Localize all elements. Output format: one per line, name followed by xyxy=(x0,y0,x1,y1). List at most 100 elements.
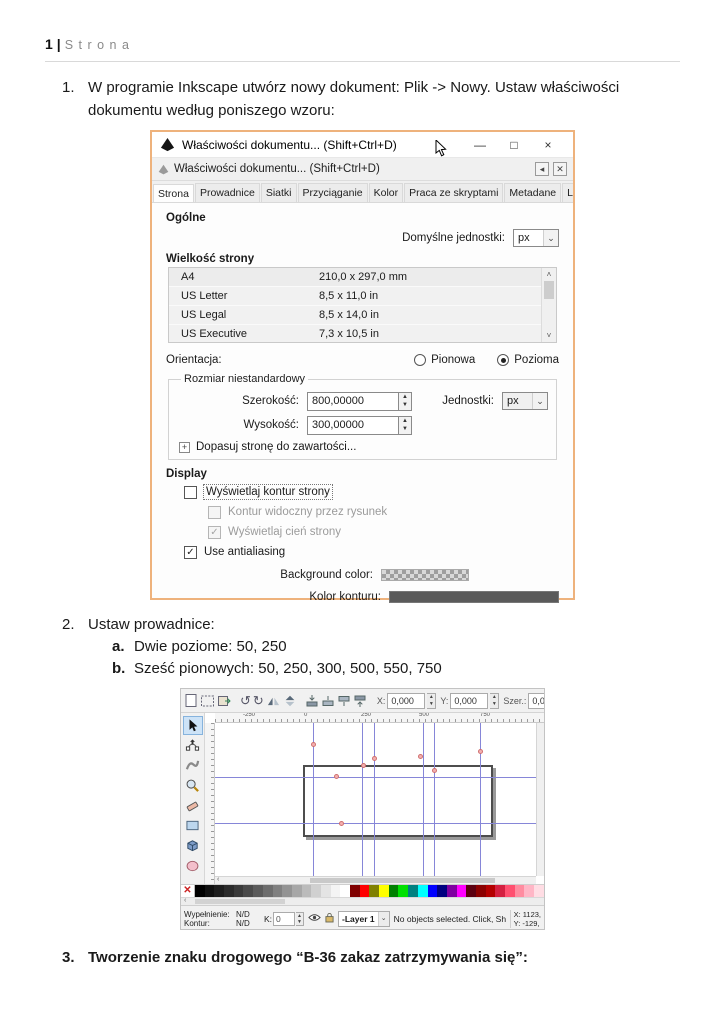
palette-swatch[interactable] xyxy=(311,885,321,897)
x-field-spinner[interactable]: ▲▼ xyxy=(427,693,436,709)
guide-line[interactable] xyxy=(434,723,435,876)
measure-tool-icon[interactable] xyxy=(183,796,203,815)
list-item[interactable]: US Executive 7,3 x 10,5 in xyxy=(169,325,541,342)
height-input[interactable]: 300,00000 xyxy=(307,416,399,435)
palette-swatch[interactable] xyxy=(524,885,534,897)
y-field-input[interactable]: 0,000 xyxy=(450,693,488,709)
palette-swatch[interactable] xyxy=(292,885,302,897)
background-color-swatch[interactable] xyxy=(381,569,469,581)
lower-icon[interactable] xyxy=(321,692,335,710)
palette-swatch[interactable] xyxy=(428,885,438,897)
palette-swatch[interactable] xyxy=(302,885,312,897)
palette-swatch[interactable] xyxy=(418,885,428,897)
panel-dock-icon[interactable]: ◂ xyxy=(535,162,549,176)
guide-anchor-dot[interactable] xyxy=(418,754,423,759)
scroll-up-icon[interactable]: ˄ xyxy=(542,268,556,281)
close-icon[interactable]: × xyxy=(531,138,565,152)
radio-landscape[interactable]: Pozioma xyxy=(497,354,559,366)
flip-horizontal-icon[interactable] xyxy=(266,692,281,710)
palette-swatch[interactable] xyxy=(224,885,234,897)
canvas-page-rectangle[interactable] xyxy=(303,765,493,837)
palette-swatch[interactable] xyxy=(263,885,273,897)
palette-swatch[interactable] xyxy=(379,885,389,897)
guide-anchor-dot[interactable] xyxy=(372,756,377,761)
scrollbar-thumb[interactable] xyxy=(544,281,554,299)
lower-to-bottom-icon[interactable] xyxy=(305,692,319,710)
panel-close-icon[interactable]: ✕ xyxy=(553,162,567,176)
minimize-icon[interactable]: — xyxy=(463,138,497,152)
checkbox-use-antialiasing[interactable]: ✓ Use antialiasing xyxy=(184,544,559,560)
scroll-left-icon[interactable]: ‹ xyxy=(184,897,186,904)
guide-anchor-dot[interactable] xyxy=(478,749,483,754)
guide-line[interactable] xyxy=(362,723,363,876)
opacity-input[interactable]: 0 xyxy=(273,912,295,926)
tab-prowadnice[interactable]: Prowadnice xyxy=(195,183,260,202)
guide-anchor-dot[interactable] xyxy=(361,763,366,768)
palette-swatch[interactable] xyxy=(350,885,360,897)
palette-swatch[interactable] xyxy=(534,885,544,897)
palette-swatch[interactable] xyxy=(515,885,525,897)
layer-select[interactable]: -Layer 1 ⌄ xyxy=(338,911,390,927)
export-icon[interactable] xyxy=(217,692,232,710)
checkbox-border-on-top[interactable]: Kontur widoczny przez rysunek xyxy=(208,504,559,520)
layer-lock-icon[interactable] xyxy=(325,912,334,925)
palette-swatch[interactable] xyxy=(214,885,224,897)
default-units-select[interactable]: px ⌄ xyxy=(513,229,559,247)
no-color-swatch[interactable]: ✕ xyxy=(181,885,195,897)
box-3d-tool-icon[interactable] xyxy=(183,836,203,855)
scroll-left-icon[interactable]: ‹ xyxy=(217,876,219,883)
width-input[interactable]: 800,00000 xyxy=(307,392,399,411)
list-item[interactable]: A4 210,0 x 297,0 mm xyxy=(169,268,541,287)
raise-icon[interactable] xyxy=(337,692,351,710)
y-field-spinner[interactable]: ▲▼ xyxy=(490,693,499,709)
rotate-ccw-icon[interactable]: ↺ xyxy=(240,692,251,710)
palette-scrollbar[interactable]: ‹ xyxy=(181,897,544,905)
palette-swatch[interactable] xyxy=(437,885,447,897)
border-color-swatch[interactable] xyxy=(389,591,559,603)
fill-stroke-indicator[interactable]: Wypełnienie:N/D Kontur:N/D xyxy=(184,910,260,928)
palette-swatch[interactable] xyxy=(457,885,467,897)
raise-to-top-icon[interactable] xyxy=(353,692,367,710)
document-icon[interactable] xyxy=(184,692,198,710)
list-item[interactable]: US Legal 8,5 x 14,0 in xyxy=(169,306,541,325)
guide-anchor-dot[interactable] xyxy=(432,768,437,773)
rectangle-tool-icon[interactable] xyxy=(183,816,203,835)
checkbox-page-shadow[interactable]: ✓ Wyświetlaj cień strony xyxy=(208,524,559,540)
units-select[interactable]: px ⌄ xyxy=(502,392,548,410)
palette-swatch[interactable] xyxy=(389,885,399,897)
palette-swatch[interactable] xyxy=(505,885,515,897)
palette-swatch[interactable] xyxy=(340,885,350,897)
vertical-ruler[interactable] xyxy=(205,723,215,884)
tweak-tool-icon[interactable] xyxy=(183,756,203,775)
tab-kolor[interactable]: Kolor xyxy=(369,183,404,202)
inkscape-canvas[interactable]: -250 0 250 500 750 xyxy=(205,713,544,884)
width-field-input[interactable]: 0,000 xyxy=(528,693,545,709)
palette-swatch[interactable] xyxy=(321,885,331,897)
palette-swatch[interactable] xyxy=(273,885,283,897)
ellipse-tool-icon[interactable] xyxy=(183,856,203,875)
guide-anchor-dot[interactable] xyxy=(334,774,339,779)
tab-praca-ze-skryptami[interactable]: Praca ze skryptami xyxy=(404,183,503,202)
palette-swatch[interactable] xyxy=(398,885,408,897)
radio-portrait[interactable]: Pionowa xyxy=(414,354,475,366)
guide-line[interactable] xyxy=(374,723,375,876)
scroll-down-icon[interactable]: ˅ xyxy=(542,329,556,342)
checkbox-show-page-border[interactable]: Wyświetlaj kontur strony xyxy=(184,484,559,500)
node-tool-icon[interactable] xyxy=(183,736,203,755)
frame-select-icon[interactable] xyxy=(200,692,215,710)
dialog-titlebar[interactable]: Właściwości dokumentu... (Shift+Ctrl+D) … xyxy=(152,132,573,158)
guide-line[interactable] xyxy=(480,723,481,876)
canvas-horizontal-scrollbar[interactable]: ‹ xyxy=(215,876,536,884)
palette-swatch[interactable] xyxy=(476,885,486,897)
x-field-input[interactable]: 0,000 xyxy=(387,693,425,709)
selector-tool-icon[interactable] xyxy=(183,716,203,735)
guide-anchor-dot[interactable] xyxy=(339,821,344,826)
list-scrollbar[interactable]: ˄ ˅ xyxy=(541,268,556,342)
flip-vertical-icon[interactable] xyxy=(283,692,297,710)
guide-line[interactable] xyxy=(215,823,536,824)
palette-swatch[interactable] xyxy=(195,885,205,897)
palette-swatch[interactable] xyxy=(253,885,263,897)
palette-swatch[interactable] xyxy=(282,885,292,897)
palette-swatch[interactable] xyxy=(369,885,379,897)
palette-swatch[interactable] xyxy=(205,885,215,897)
